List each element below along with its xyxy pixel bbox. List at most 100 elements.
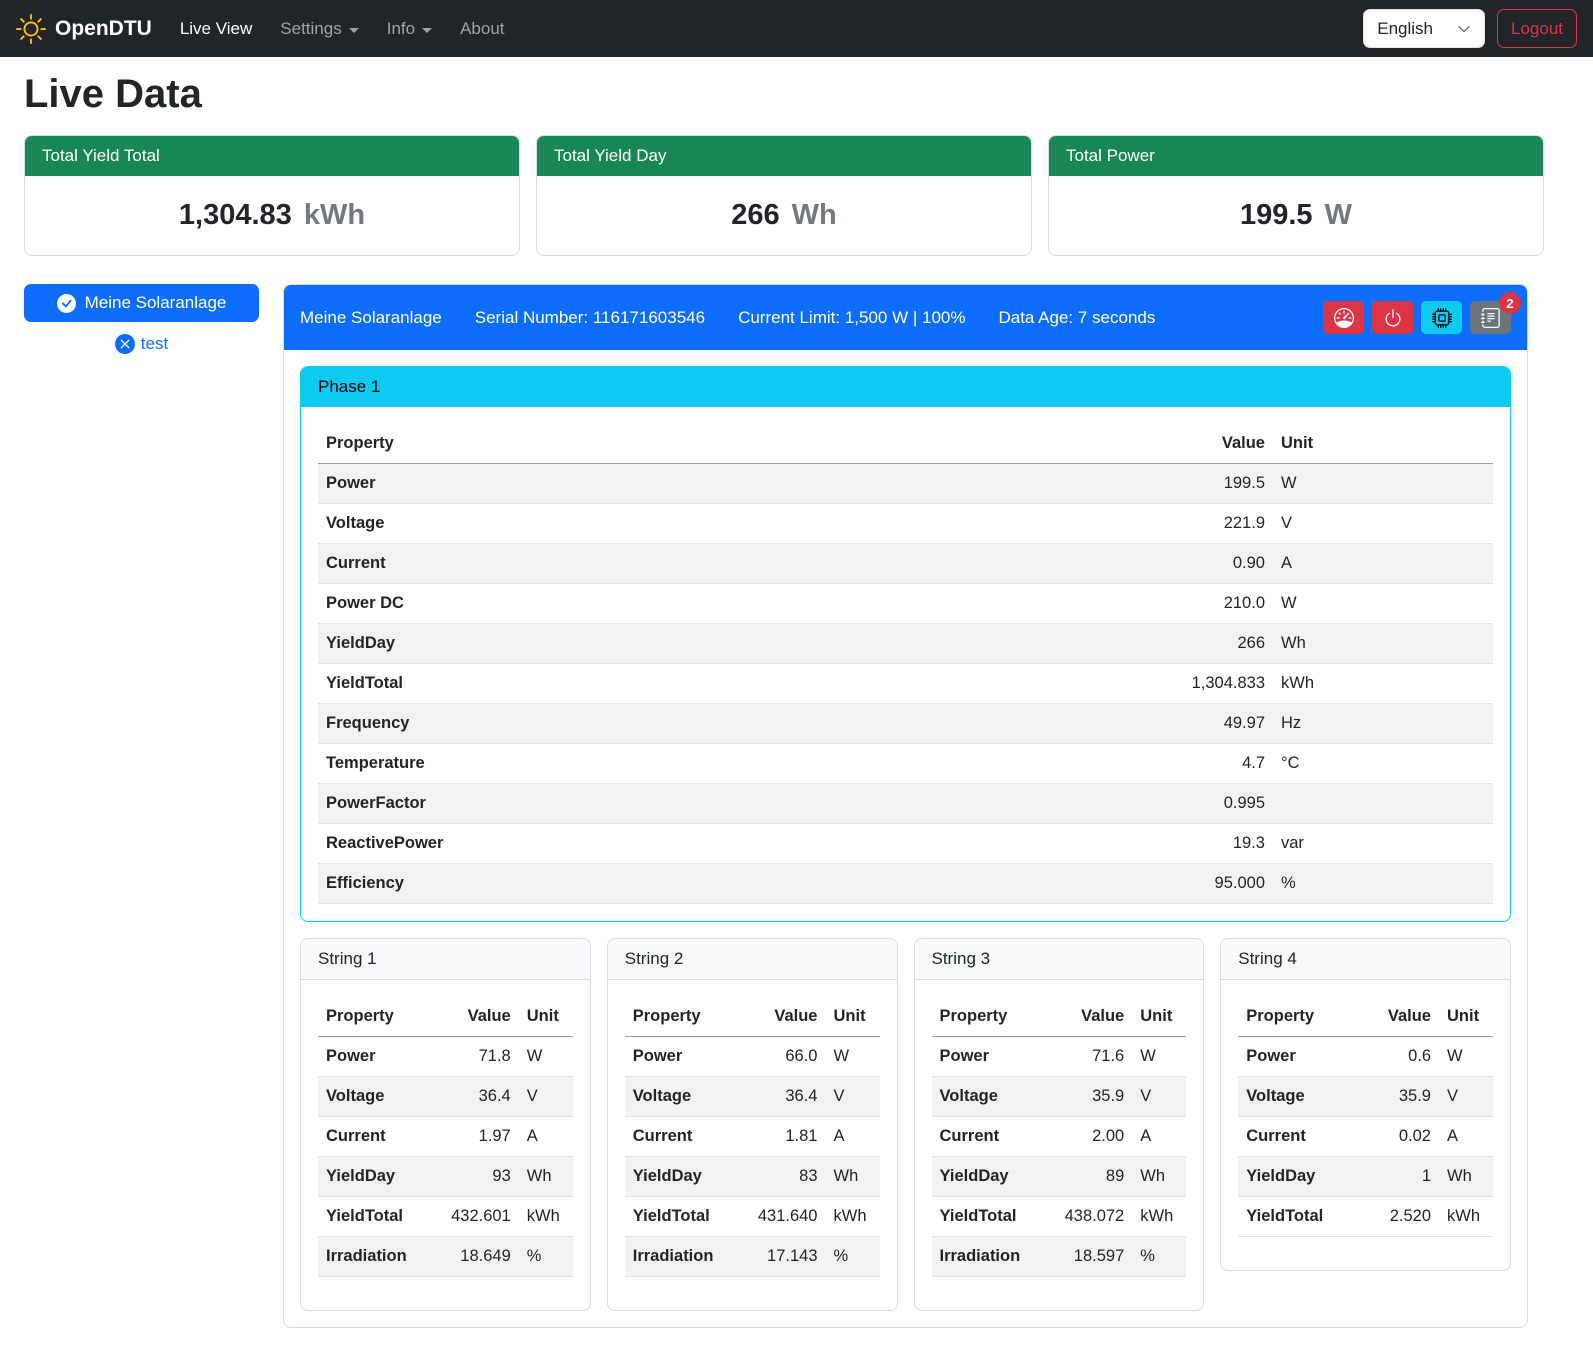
row-val: 432.601 (431, 1197, 519, 1237)
string-body: Property Value Unit Power0.6WVoltage35.9… (1221, 980, 1510, 1270)
row-prop: Voltage (932, 1077, 1045, 1117)
row-val: 0.02 (1361, 1117, 1439, 1157)
row-prop: Current (1238, 1117, 1361, 1157)
row-unit: Hz (1273, 704, 1493, 744)
column-property: Property (1238, 997, 1361, 1037)
column-property: Property (625, 997, 738, 1037)
nav-item-label: Live View (180, 19, 252, 39)
string-card-4: String 4 Property Value Unit (1220, 938, 1511, 1271)
row-val: 199.5 (890, 464, 1273, 504)
nav-item-settings[interactable]: Settings (266, 11, 372, 47)
table-row: Efficiency95.000% (318, 864, 1493, 904)
row-val: 17.143 (737, 1237, 825, 1277)
row-unit: Wh (1273, 624, 1493, 664)
nav-item-info[interactable]: Info (373, 11, 446, 47)
string-title: String 1 (301, 939, 590, 980)
table-row: Voltage36.4V (318, 1077, 573, 1117)
row-prop: Voltage (318, 504, 890, 544)
nav-item-live-view[interactable]: Live View (166, 11, 266, 47)
inverter-limit: Current Limit: 1,500 W | 100% (738, 308, 965, 328)
row-unit: W (826, 1037, 880, 1077)
inverter-selected-label: Meine Solaranlage (85, 293, 227, 313)
table-row: Power DC210.0W (318, 584, 1493, 624)
string-title: String 3 (915, 939, 1204, 980)
row-unit: Wh (1132, 1157, 1186, 1197)
power-icon (1383, 308, 1403, 328)
row-unit: % (826, 1237, 880, 1277)
table-row: ReactivePower19.3var (318, 824, 1493, 864)
row-val: 49.97 (890, 704, 1273, 744)
row-prop: Irradiation (932, 1237, 1045, 1277)
table-row: Current2.00A (932, 1117, 1187, 1157)
device-info-button[interactable] (1421, 301, 1462, 334)
check-circle-icon (57, 294, 76, 313)
card-title: Total Yield Total (25, 136, 519, 176)
row-val: 95.000 (890, 864, 1273, 904)
table-row: YieldDay1Wh (1238, 1157, 1493, 1197)
row-unit: W (1273, 584, 1493, 624)
row-val: 71.6 (1044, 1037, 1132, 1077)
row-val: 4.7 (890, 744, 1273, 784)
row-val: 66.0 (737, 1037, 825, 1077)
logout-button[interactable]: Logout (1497, 9, 1577, 48)
column-value: Value (431, 997, 519, 1037)
row-prop: Power (625, 1037, 738, 1077)
row-prop: Efficiency (318, 864, 890, 904)
nav-item-about[interactable]: About (446, 11, 518, 47)
inverter-item-test[interactable]: test (24, 334, 259, 354)
row-prop: Power DC (318, 584, 890, 624)
navbar: OpenDTU Live View Settings Info About En… (0, 0, 1593, 57)
limit-settings-button[interactable] (1323, 301, 1364, 334)
column-value: Value (890, 424, 1273, 464)
row-unit: % (519, 1237, 573, 1277)
row-unit: A (826, 1117, 880, 1157)
row-prop: YieldTotal (932, 1197, 1045, 1237)
inverter-list: Meine Solaranlage test (24, 284, 259, 354)
strings-grid: String 1 Property Value Unit (300, 938, 1511, 1311)
table-row: Voltage35.9V (932, 1077, 1187, 1117)
table-header-row: Property Value Unit (1238, 997, 1493, 1037)
total-yield-day-card: Total Yield Day 266 Wh (536, 135, 1032, 256)
column-unit: Unit (1439, 997, 1493, 1037)
chevron-down-icon (1457, 22, 1471, 36)
table-row: Voltage35.9V (1238, 1077, 1493, 1117)
table-row: PowerFactor0.995 (318, 784, 1493, 824)
row-val: 35.9 (1361, 1077, 1439, 1117)
card-value: 1,304.83 (179, 199, 292, 231)
inverter-serial: Serial Number: 116171603546 (475, 308, 705, 328)
nav-item-label: About (460, 19, 504, 39)
table-row: YieldTotal438.072kWh (932, 1197, 1187, 1237)
inverter-selected-button[interactable]: Meine Solaranlage (24, 284, 259, 322)
power-button[interactable] (1372, 301, 1413, 334)
table-header-row: Property Value Unit (318, 424, 1493, 464)
table-row: YieldTotal432.601kWh (318, 1197, 573, 1237)
row-unit: V (1273, 504, 1493, 544)
string-body: Property Value Unit Power66.0WVoltage36.… (608, 980, 897, 1310)
card-unit: kWh (304, 199, 365, 231)
row-prop: Power (1238, 1037, 1361, 1077)
brand[interactable]: OpenDTU (16, 14, 152, 44)
column-unit: Unit (519, 997, 573, 1037)
row-val: 0.995 (890, 784, 1273, 824)
x-circle-icon (115, 334, 135, 354)
row-prop: YieldDay (625, 1157, 738, 1197)
inverter-data-age: Data Age: 7 seconds (998, 308, 1155, 328)
row-val: 35.9 (1044, 1077, 1132, 1117)
table-row: Voltage221.9V (318, 504, 1493, 544)
journal-text-icon (1481, 308, 1501, 328)
column-property: Property (932, 997, 1045, 1037)
card-unit: Wh (792, 199, 837, 231)
table-header-row: Property Value Unit (625, 997, 880, 1037)
event-log-button[interactable]: 2 (1470, 301, 1511, 334)
table-row: YieldTotal2.520kWh (1238, 1197, 1493, 1237)
column-unit: Unit (826, 997, 880, 1037)
content-row: Meine Solaranlage test Meine Solaranlage… (24, 284, 1544, 1328)
row-unit: V (1132, 1077, 1186, 1117)
card-unit: W (1325, 199, 1352, 231)
string-table: Property Value Unit Power0.6WVoltage35.9… (1238, 997, 1493, 1237)
card-value: 199.5 (1240, 199, 1313, 231)
table-row: Current0.90A (318, 544, 1493, 584)
table-row: Frequency49.97Hz (318, 704, 1493, 744)
row-val: 19.3 (890, 824, 1273, 864)
language-select[interactable]: English (1363, 9, 1485, 48)
